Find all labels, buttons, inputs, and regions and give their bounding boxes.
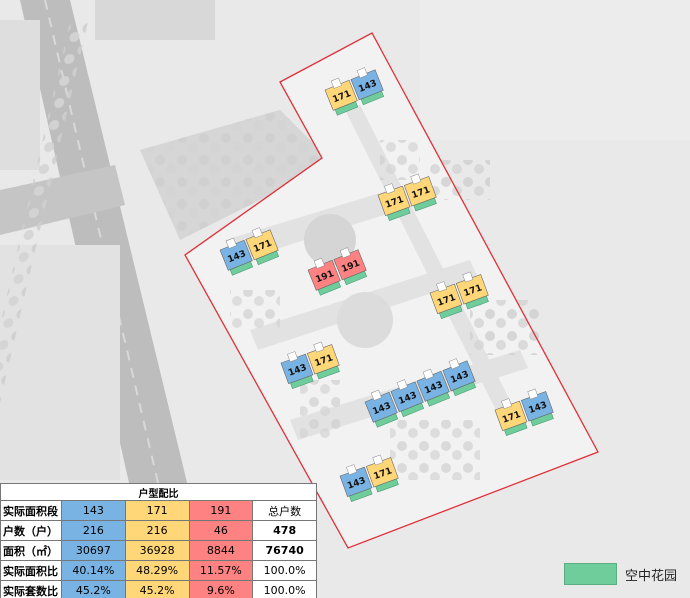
cell-143: 45.2% bbox=[61, 580, 126, 598]
legend: 空中花园 bbox=[564, 563, 677, 585]
cell-191: 8844 bbox=[188, 540, 254, 561]
trees-3 bbox=[230, 290, 280, 330]
trees-6 bbox=[380, 140, 420, 180]
cell-191: 11.57% bbox=[188, 560, 254, 581]
site-plan-stage: { "colors": { "unit_143": "#79b3e3", "un… bbox=[0, 0, 690, 598]
cell-143: 30697 bbox=[61, 540, 126, 561]
sky-garden-swatch bbox=[564, 563, 617, 585]
cell-171: 216 bbox=[124, 520, 190, 541]
cell-191: 46 bbox=[188, 520, 254, 541]
row-label: 实际套数比 bbox=[0, 580, 62, 598]
table-row: 实际面积段 143 171 191 总户数 bbox=[0, 500, 317, 521]
trees-2 bbox=[470, 300, 540, 355]
table-row: 户数（户） 216 216 46 478 bbox=[0, 520, 317, 541]
trees-5 bbox=[300, 380, 340, 440]
cell-143: 40.14% bbox=[61, 560, 126, 581]
cell-total: 总户数 bbox=[252, 500, 317, 521]
cell-191: 9.6% bbox=[188, 580, 254, 598]
legend-label: 空中花园 bbox=[625, 568, 678, 584]
cell-143: 143 bbox=[61, 500, 126, 521]
lot-west bbox=[0, 20, 40, 170]
table-row: 实际套数比 45.2% 45.2% 9.6% 100.0% bbox=[0, 580, 317, 598]
cell-total: 100.0% bbox=[252, 580, 317, 598]
lot-north bbox=[95, 0, 215, 40]
cell-total: 478 bbox=[252, 520, 317, 541]
table-title: 户型配比 bbox=[0, 483, 317, 501]
cell-171: 171 bbox=[124, 500, 190, 521]
cell-191: 191 bbox=[188, 500, 254, 521]
cell-171: 48.29% bbox=[124, 560, 190, 581]
cell-171: 36928 bbox=[124, 540, 190, 561]
trees-4 bbox=[390, 420, 480, 480]
row-label: 面积（㎡） bbox=[0, 540, 62, 561]
cell-total: 76740 bbox=[252, 540, 317, 561]
cell-total: 100.0% bbox=[252, 560, 317, 581]
table-row: 面积（㎡） 30697 36928 8844 76740 bbox=[0, 540, 317, 561]
row-label: 户数（户） bbox=[0, 520, 62, 541]
table-row: 实际面积比 40.14% 48.29% 11.57% 100.0% bbox=[0, 560, 317, 581]
trees-1 bbox=[430, 160, 490, 200]
cell-171: 45.2% bbox=[124, 580, 190, 598]
garden-circle bbox=[337, 292, 393, 348]
unit-mix-table: 户型配比 实际面积段 143 171 191 总户数 户数（户） 216 216… bbox=[0, 483, 317, 598]
row-label: 实际面积比 bbox=[0, 560, 62, 581]
row-label: 实际面积段 bbox=[0, 500, 62, 521]
cell-143: 216 bbox=[61, 520, 126, 541]
map-area-northeast bbox=[420, 0, 690, 140]
